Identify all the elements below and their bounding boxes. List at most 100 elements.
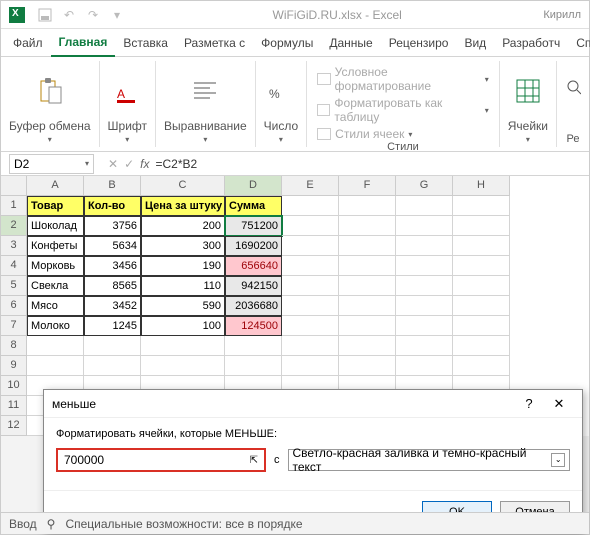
cell-qty[interactable]: 1245: [84, 316, 141, 336]
font-button[interactable]: A: [115, 63, 139, 118]
cell-product[interactable]: Конфеты: [27, 236, 84, 256]
row-header[interactable]: 10: [1, 376, 27, 396]
row-header[interactable]: 12: [1, 416, 27, 436]
editing-button[interactable]: [565, 63, 581, 118]
cell-product[interactable]: Мясо: [27, 296, 84, 316]
paste-button[interactable]: [37, 63, 63, 118]
accessibility-icon[interactable]: ⚲: [47, 517, 56, 531]
cell[interactable]: [396, 276, 453, 296]
tab-help[interactable]: Спр: [568, 30, 590, 56]
cell[interactable]: [453, 336, 510, 356]
cell[interactable]: [396, 356, 453, 376]
tab-home[interactable]: Главная: [51, 29, 116, 57]
cell-sum[interactable]: 942150: [225, 276, 282, 296]
number-button[interactable]: %: [269, 63, 293, 118]
tab-insert[interactable]: Вставка: [115, 30, 176, 56]
row-header[interactable]: 11: [1, 396, 27, 416]
accept-formula-icon[interactable]: ✓: [124, 157, 134, 171]
redo-icon[interactable]: ↷: [83, 5, 103, 25]
cell[interactable]: [396, 256, 453, 276]
cell-price[interactable]: 590: [141, 296, 225, 316]
cell-price[interactable]: 190: [141, 256, 225, 276]
cell-product[interactable]: Молоко: [27, 316, 84, 336]
row-header[interactable]: 1: [1, 196, 27, 216]
cell-price[interactable]: 110: [141, 276, 225, 296]
cell[interactable]: [84, 336, 141, 356]
row-header[interactable]: 4: [1, 256, 27, 276]
cell-sum[interactable]: 124500: [225, 316, 282, 336]
cells-button[interactable]: [515, 63, 541, 118]
cell-price[interactable]: 200: [141, 216, 225, 236]
cell[interactable]: [339, 196, 396, 216]
cell-sum[interactable]: 656640: [225, 256, 282, 276]
row-header[interactable]: 9: [1, 356, 27, 376]
cell[interactable]: [453, 236, 510, 256]
cancel-formula-icon[interactable]: ✕: [108, 157, 118, 171]
cell[interactable]: [84, 356, 141, 376]
cell-product[interactable]: Шоколад: [27, 216, 84, 236]
cell-price[interactable]: 100: [141, 316, 225, 336]
format-select[interactable]: Светло-красная заливка и темно-красный т…: [288, 449, 571, 471]
row-header[interactable]: 3: [1, 236, 27, 256]
header-cell[interactable]: Сумма: [225, 196, 282, 216]
column-header-c[interactable]: C: [141, 176, 225, 196]
cell-product[interactable]: Свекла: [27, 276, 84, 296]
cell[interactable]: [396, 336, 453, 356]
tab-view[interactable]: Вид: [456, 30, 494, 56]
header-cell[interactable]: Цена за штуку: [141, 196, 225, 216]
cell[interactable]: [396, 196, 453, 216]
cell-qty[interactable]: 3456: [84, 256, 141, 276]
tab-data[interactable]: Данные: [321, 30, 380, 56]
select-all-corner[interactable]: [1, 176, 27, 196]
cell[interactable]: [339, 276, 396, 296]
column-header-g[interactable]: G: [396, 176, 453, 196]
cell[interactable]: [396, 216, 453, 236]
undo-icon[interactable]: ↶: [59, 5, 79, 25]
header-cell[interactable]: Кол-во: [84, 196, 141, 216]
chevron-down-icon[interactable]: ⌄: [551, 453, 565, 467]
format-as-table-button[interactable]: Форматировать как таблицу ▾: [317, 96, 489, 124]
cell[interactable]: [27, 336, 84, 356]
cell[interactable]: [282, 236, 339, 256]
cell[interactable]: [282, 356, 339, 376]
column-header-e[interactable]: E: [282, 176, 339, 196]
cell[interactable]: [282, 196, 339, 216]
column-header-b[interactable]: B: [84, 176, 141, 196]
cell[interactable]: [27, 356, 84, 376]
row-header[interactable]: 7: [1, 316, 27, 336]
cell-sum[interactable]: 2036680: [225, 296, 282, 316]
row-header[interactable]: 8: [1, 336, 27, 356]
conditional-formatting-button[interactable]: Условное форматирование ▾: [317, 65, 489, 93]
column-header-a[interactable]: A: [27, 176, 84, 196]
cell[interactable]: [282, 316, 339, 336]
cell[interactable]: [282, 296, 339, 316]
cell[interactable]: [339, 356, 396, 376]
cell[interactable]: [339, 316, 396, 336]
tab-file[interactable]: Файл: [5, 30, 51, 56]
cell[interactable]: [339, 236, 396, 256]
column-header-h[interactable]: H: [453, 176, 510, 196]
cell-price[interactable]: 300: [141, 236, 225, 256]
cell[interactable]: [282, 336, 339, 356]
cell[interactable]: [225, 356, 282, 376]
cell[interactable]: [453, 276, 510, 296]
cell[interactable]: [339, 296, 396, 316]
cell-sum[interactable]: 751200: [225, 216, 282, 236]
cell-qty[interactable]: 8565: [84, 276, 141, 296]
close-icon[interactable]: ✕: [544, 396, 574, 412]
help-button[interactable]: ?: [514, 396, 544, 411]
cell[interactable]: [396, 296, 453, 316]
cell-qty[interactable]: 3452: [84, 296, 141, 316]
name-box[interactable]: D2▾: [9, 154, 94, 174]
threshold-input[interactable]: 700000 ⇱: [56, 448, 266, 472]
cell[interactable]: [282, 276, 339, 296]
cell-product[interactable]: Морковь: [27, 256, 84, 276]
cell[interactable]: [396, 316, 453, 336]
header-cell[interactable]: Товар: [27, 196, 84, 216]
cell[interactable]: [339, 256, 396, 276]
cell[interactable]: [453, 196, 510, 216]
column-header-f[interactable]: F: [339, 176, 396, 196]
row-header[interactable]: 5: [1, 276, 27, 296]
cell[interactable]: [339, 216, 396, 236]
cell-styles-button[interactable]: Стили ячеек ▾: [317, 127, 412, 141]
